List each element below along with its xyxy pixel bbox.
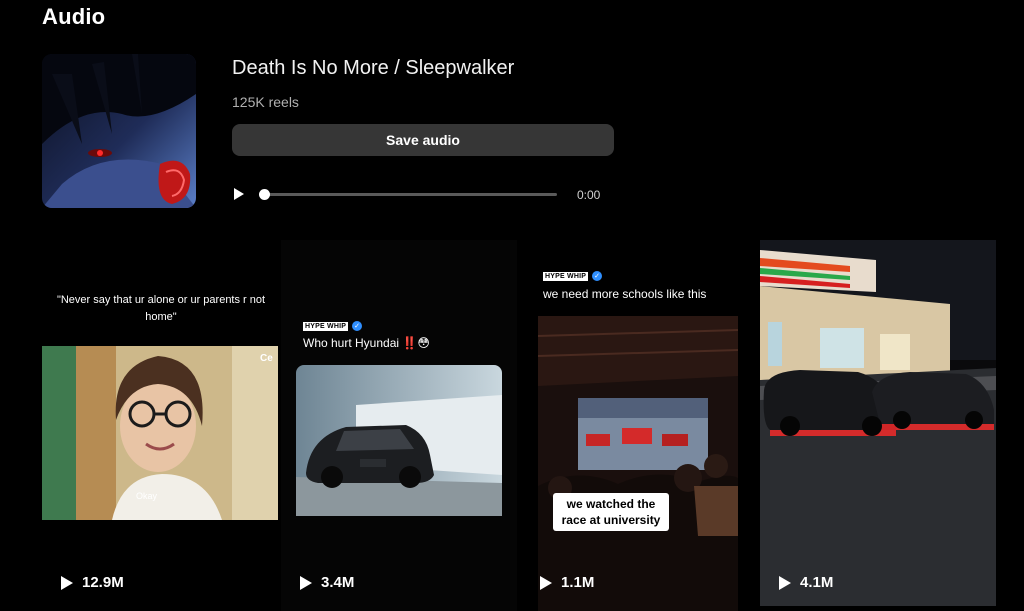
reel-card-1[interactable]: "Never say that ur alone or ur parents r…: [42, 240, 278, 611]
audio-progress-handle[interactable]: [259, 189, 270, 200]
account-name: HYPE WHIP: [303, 321, 349, 331]
audio-cover-art[interactable]: [42, 54, 196, 208]
reel-view-count: 4.1M: [800, 574, 834, 591]
page-title: Audio: [42, 4, 106, 29]
reel-video-subtitle: we watched the race at university: [553, 493, 669, 531]
cover-artwork: [42, 54, 196, 208]
audio-progress-bar[interactable]: [264, 193, 557, 196]
reel-thumbnail: [760, 240, 996, 606]
reel-view-count: 12.9M: [82, 574, 124, 591]
reel-views: 12.9M: [60, 574, 124, 591]
reel-card-4[interactable]: 4.1M: [760, 240, 996, 606]
reel-caption: we need more schools like this: [543, 287, 707, 301]
reel-frame-subtitle: Okay: [136, 491, 158, 501]
reel-thumbnail: [42, 346, 278, 520]
reel-view-count: 1.1M: [561, 574, 595, 591]
play-count-icon: [300, 575, 312, 590]
reel-quote-text: "Never say that ur alone or ur parents r…: [56, 294, 266, 323]
play-icon[interactable]: [232, 187, 246, 201]
reel-count: 125K reels: [232, 94, 299, 110]
reel-view-count: 3.4M: [321, 574, 355, 591]
reel-views: 4.1M: [778, 574, 833, 591]
play-count-icon: [779, 575, 791, 590]
reel-views: 3.4M: [299, 574, 354, 591]
reel-thumbnail: [296, 365, 502, 516]
track-title: Death Is No More / Sleepwalker: [232, 57, 515, 79]
reel-account-badge: HYPE WHIP ✓: [303, 321, 363, 331]
play-count-icon: [540, 575, 552, 590]
verified-icon: ✓: [352, 321, 363, 331]
account-name: HYPE WHIP: [543, 271, 589, 281]
reel-frame-corner-text: Ce: [260, 353, 273, 364]
reel-card-3[interactable]: HYPE WHIP ✓ we need more schools like th…: [521, 240, 757, 611]
play-count-icon: [61, 575, 73, 590]
reel-thumbnail: [538, 316, 738, 611]
verified-icon: ✓: [592, 271, 603, 281]
reel-card-2[interactable]: HYPE WHIP ✓ Who hurt Hyundai ‼️😳 3.4M: [281, 240, 517, 611]
save-audio-button[interactable]: Save audio: [232, 124, 614, 156]
reel-account-badge: HYPE WHIP ✓: [543, 271, 603, 281]
reel-caption: Who hurt Hyundai ‼️😳: [303, 336, 430, 350]
reel-views: 1.1M: [539, 574, 594, 591]
audio-time: 0:00: [577, 188, 601, 202]
